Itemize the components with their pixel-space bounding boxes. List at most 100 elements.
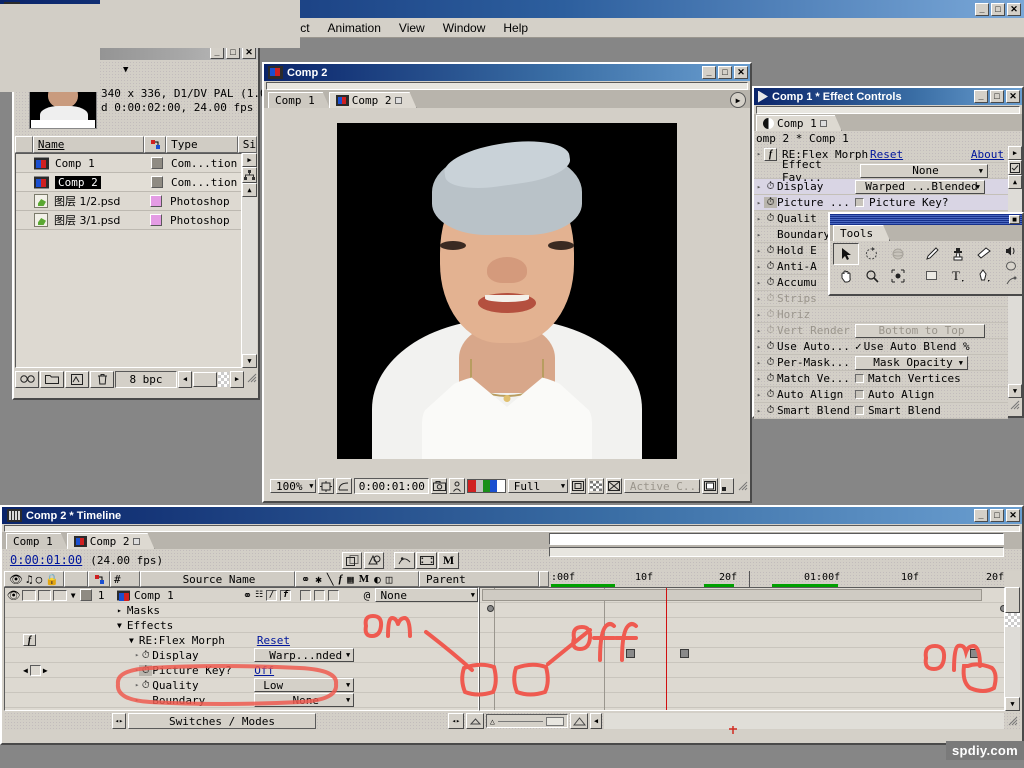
bit-depth-button[interactable]: 8 bpc [115,371,177,388]
resolution-dropdown[interactable]: Full▼ [508,479,568,493]
stopwatch-icon[interactable]: ⏱ [764,245,777,256]
zoom-level-dropdown[interactable]: 100%▼ [270,479,316,493]
film-strip-icon[interactable] [416,552,437,569]
eye-icon[interactable]: 👁 [9,573,23,586]
fx-property-row[interactable]: ▸ ⏱ Auto Align Auto Align [754,387,1008,403]
scroll-up-icon[interactable]: ▲ [1008,175,1022,189]
keyframe-marker[interactable] [626,649,635,658]
timeline-current-time[interactable]: 0:00:01:00 [10,553,82,567]
source-name-column-header[interactable]: Source Name [140,571,295,587]
frame-blend-toggle[interactable] [300,590,311,601]
clone-stamp-icon[interactable] [945,243,971,265]
stopwatch-icon[interactable]: ⏱ [764,197,777,208]
project-vertical-scrollbar[interactable]: ▶ ▲ ▼ [242,153,257,368]
audio-icon[interactable] [1003,244,1019,258]
property-value[interactable]: Off [254,709,274,712]
lock-icon[interactable]: 🔒 [45,573,59,586]
layer-duration-bar[interactable] [482,589,982,601]
motion-blur-toggle[interactable] [314,590,325,601]
stopwatch-icon[interactable]: ⏱ [764,389,777,400]
timeline-top-scroll[interactable] [4,525,1020,532]
adjustment-icon[interactable]: ◐ [374,573,381,586]
twirl-down-icon[interactable]: ▼ [117,621,122,630]
timeline-property-row[interactable]: ▼ Effects [5,618,478,633]
project-col-name[interactable]: Name [33,136,144,153]
effect-reset-link[interactable]: Reset [257,634,290,647]
solo-toggle[interactable] [38,590,51,601]
fx-minimize-button[interactable]: _ [974,90,988,103]
3d-layer-icon[interactable]: ◫ [386,573,393,586]
stopwatch-icon[interactable]: ⏱ [764,261,777,272]
comp-top-scroll[interactable] [266,82,748,90]
fx-close-button[interactable]: ✕ [1006,90,1020,103]
pixel-aspect-icon[interactable] [720,478,734,494]
fx-twirl-icon[interactable]: ▸ [754,247,764,255]
frame-blend-icon[interactable]: ▦ [347,573,354,586]
label-color-swatch[interactable] [151,176,163,188]
timeline-graph-area[interactable] [479,587,1005,711]
show-snapshot-icon[interactable] [449,478,465,494]
current-time-indicator[interactable] [666,588,667,710]
region-of-interest-icon[interactable] [570,478,586,494]
tools-tab[interactable]: Tools [833,225,890,241]
timeline-minimize-button[interactable]: _ [974,509,988,522]
scroll-left-icon[interactable]: ◀ [590,713,602,729]
snapshot-camera-icon[interactable] [431,478,447,494]
parent-dropdown[interactable]: None▼ [375,588,478,602]
fx-property-row[interactable]: ▸ ⏱ Display Warped ...Blended▼ [754,179,1008,195]
fx-property-dropdown[interactable]: None▼ [860,164,988,178]
label-color-swatch[interactable] [150,195,162,207]
fx-property-row[interactable]: ▸ ⏱ Use Auto... ✓ Use Auto Blend % [754,339,1008,355]
fx-twirl-icon[interactable]: ▸ [754,215,764,223]
comp-current-time[interactable]: 0:00:01:00 [354,478,429,494]
fx-twirl-icon[interactable]: ▸ [754,183,764,191]
fx-twirl-icon[interactable]: ▸ [754,407,764,415]
stopwatch-icon[interactable]: ⏱ [764,181,777,192]
switches-toggle-left-icon[interactable]: ◂▸ [112,713,126,729]
property-dropdown[interactable]: None▼ [254,693,354,707]
fx-twirl-icon[interactable]: ▸ [754,231,764,239]
quality-icon[interactable]: ╲ [327,573,334,586]
stopwatch-icon[interactable]: ⏱ [139,665,152,676]
scroll-left-icon[interactable]: ◀ [178,371,192,388]
shape-ellipse-icon[interactable] [1003,259,1019,273]
timeline-resize-grip[interactable] [1006,714,1020,729]
fx-twirl-icon[interactable]: ▸ [754,279,764,287]
property-value[interactable]: Off [254,664,274,677]
fx-twirl-icon[interactable]: ▸ [754,343,764,351]
fx-maximize-button[interactable]: □ [990,90,1004,103]
app-close-button[interactable]: ✕ [1007,3,1021,16]
delete-trash-icon[interactable] [90,371,114,388]
project-list-item[interactable]: 图层 1/2.psd Photoshop [16,192,241,211]
timeline-property-row[interactable]: f ▼ RE:Flex Morph Reset [5,633,478,648]
find-icon[interactable] [15,371,39,388]
scroll-down-icon[interactable]: ▼ [1008,384,1022,398]
add-keyframe-toggle[interactable] [30,665,41,676]
parent-pickwhip-icon[interactable]: @ [359,589,374,602]
stopwatch-icon[interactable]: ⏱ [764,405,777,416]
effects-icon[interactable]: f [280,590,291,601]
fx-resize-grip[interactable] [1008,398,1022,410]
layer-twirl-icon[interactable]: ▼ [67,591,80,600]
menu-help[interactable]: Help [494,19,537,37]
shy-icon[interactable]: ⚭ [243,589,252,602]
timeline-zoom-scrollbar[interactable] [549,547,1004,557]
timeline-close-button[interactable]: ✕ [1006,509,1020,522]
fx-property-row[interactable]: ▸ ⏱ Picture ... Picture Key? [754,195,1008,211]
fx-twirl-icon[interactable]: ▸ [754,263,764,271]
comp-maximize-button[interactable]: □ [718,66,732,79]
app-maximize-button[interactable]: □ [991,3,1005,16]
app-minimize-button[interactable]: _ [975,3,989,16]
keyframe-marker[interactable] [680,649,689,658]
safe-zones-icon[interactable] [318,478,334,494]
timeline-property-row[interactable]: ▸ ⏱ Boundary None▼ [5,693,478,708]
twirl-right-icon[interactable]: ▸ [135,696,139,704]
timeline-layer-row[interactable]: 👁 ▼ 1 Comp 1 ⚭ ☷ / f @ [5,588,478,603]
stopwatch-icon[interactable]: ⏱ [139,650,152,661]
graph-editor-icon[interactable] [394,552,415,569]
lock-toggle[interactable] [53,590,66,601]
audio-icon[interactable]: ♫ [26,573,33,586]
timeline-vertical-scrollbar[interactable]: ▼ [1005,587,1020,711]
new-folder-icon[interactable] [40,371,64,388]
resize-grip[interactable] [245,371,257,388]
